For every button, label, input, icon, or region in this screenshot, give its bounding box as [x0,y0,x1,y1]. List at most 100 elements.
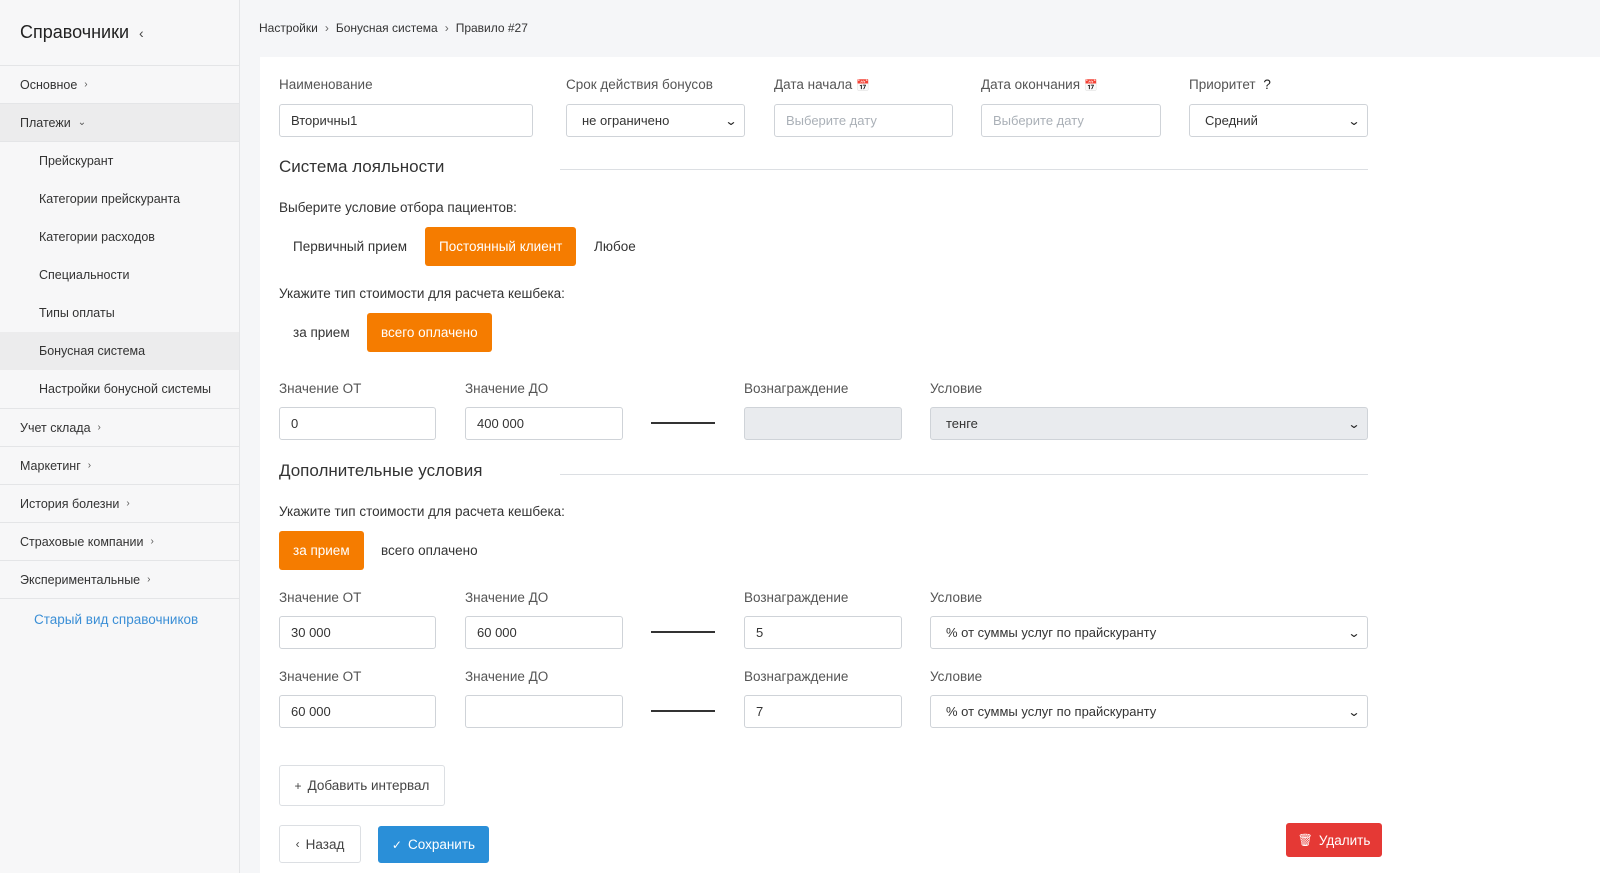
sidebar-subitem-label: Настройки бонусной системы [39,382,212,396]
sidebar-item-label: Страховые компании [20,534,144,549]
sidebar-item-insurance[interactable]: Страховые компании › [0,523,239,561]
check-icon: ✓ [391,837,402,852]
back-button[interactable]: ‹ Назад [279,825,361,863]
patient-option-any[interactable]: Любое [580,227,650,266]
start-date-input[interactable]: Выберите дату [774,104,953,137]
sidebar-subitem-label: Специальности [39,268,130,282]
condition-label: Условие [930,381,983,396]
cost-option-total-paid[interactable]: всего оплачено [367,313,492,352]
reward-input[interactable]: 7 [744,695,902,728]
sidebar-subitem-label: Бонусная система [39,344,146,358]
chevron-down-icon: ⌄ [1347,416,1361,431]
chevron-down-icon: ⌄ [1347,704,1361,719]
priority-label: Приоритет ? [1189,77,1271,92]
condition-label: Условие [930,590,983,605]
section-divider [560,169,1368,170]
save-button[interactable]: ✓ Сохранить [378,826,489,863]
patient-option-primary[interactable]: Первичный прием [279,227,421,266]
range-dash [651,631,715,633]
additional-section-title: Дополнительные условия [279,461,483,480]
from-input[interactable]: 30 000 [279,616,436,649]
save-label: Сохранить [407,837,476,852]
condition-select[interactable]: % от суммы услуг по прайскуранту ⌄ [930,695,1368,728]
to-input[interactable] [465,695,623,728]
section-divider [560,474,1368,475]
sidebar-item-payments[interactable]: Платежи ⌄ [0,104,239,142]
breadcrumb-item-bonus-system[interactable]: Бонусная система [336,21,438,35]
validity-label: Срок действия бонусов [566,77,713,92]
old-view-link[interactable]: Старый вид справочников [0,599,239,639]
chevron-left-icon: ‹ [295,837,300,851]
sidebar-subitem-bonus-system[interactable]: Бонусная система [0,332,239,370]
name-input[interactable]: Вторичны1 [279,104,533,137]
range-dash [651,422,715,424]
reward-label: Вознаграждение [744,590,849,605]
rule-form-card: Наименование Вторичны1 Срок действия бон… [260,57,1600,873]
sidebar-item-label: Основное [20,77,78,92]
end-date-label: Дата окончания 📅 [981,77,1098,92]
condition-value: тенге [946,416,978,431]
sidebar: Справочники ‹ Основное › Платежи ⌄ Прейску… [0,0,240,873]
priority-label-text: Приоритет [1189,77,1256,92]
sidebar-title: Справочники [20,22,130,42]
validity-select[interactable]: не ограничено ⌄ [566,104,745,137]
plus-icon: + [294,778,302,793]
cost-option-per-visit[interactable]: за прием [279,313,364,352]
from-input[interactable]: 60 000 [279,695,436,728]
sidebar-item-main[interactable]: Основное › [0,66,239,104]
condition-select[interactable]: % от суммы услуг по прайскуранту ⌄ [930,616,1368,649]
from-label: Значение ОТ [279,590,362,605]
reward-label: Вознаграждение [744,669,849,684]
breadcrumb-item-settings[interactable]: Настройки [259,21,318,35]
sidebar-subitem-price-categories[interactable]: Категории прейскуранта [0,180,239,218]
chevron-left-icon[interactable]: ‹ [139,25,144,41]
chevron-right-icon: › [87,460,92,471]
delete-label: Удалить [1318,832,1371,848]
condition-select[interactable]: тенге ⌄ [930,407,1368,440]
priority-value: Средний [1205,113,1258,128]
sidebar-item-experimental[interactable]: Экспериментальные › [0,561,239,599]
sidebar-subitem-specialties[interactable]: Специальности [0,256,239,294]
to-label: Значение ДО [465,590,549,605]
to-input[interactable]: 60 000 [465,616,623,649]
chevron-down-icon: ⌄ [77,117,87,128]
sidebar-item-label: Платежи [20,115,71,130]
sidebar-item-medical-history[interactable]: История болезни › [0,485,239,523]
patient-condition-prompt: Выберите условие отбора пациентов: [279,200,517,215]
condition-value: % от суммы услуг по прайскуранту [946,704,1157,719]
sidebar-subitem-payment-types[interactable]: Типы оплаты [0,294,239,332]
sidebar-item-marketing[interactable]: Маркетинг › [0,447,239,485]
sidebar-item-warehouse[interactable]: Учет склада › [0,409,239,447]
reward-input[interactable]: 5 [744,616,902,649]
patient-option-regular[interactable]: Постоянный клиент [425,227,577,266]
sidebar-item-label: Экспериментальные [20,572,141,587]
chevron-right-icon: › [84,79,88,90]
sidebar-subitem-expense-categories[interactable]: Категории расходов [0,218,239,256]
sidebar-header[interactable]: Справочники ‹ [0,0,239,66]
start-date-label-text: Дата начала [774,77,853,92]
reward-input[interactable] [744,407,902,440]
additional-cost-option-per-visit[interactable]: за прием [279,531,364,570]
sidebar-subitem-label: Типы оплаты [39,306,115,320]
sidebar-subitem-bonus-settings[interactable]: Настройки бонусной системы [0,370,239,408]
chevron-right-icon: › [126,498,130,509]
priority-select[interactable]: Средний ⌄ [1189,104,1368,137]
additional-cost-option-total-paid[interactable]: всего оплачено [367,531,492,570]
sidebar-item-label: История болезни [20,496,120,511]
payments-submenu: Прейскурант Категории прейскуранта Катег… [0,142,239,409]
sidebar-subitem-price-list[interactable]: Прейскурант [0,142,239,180]
end-date-input[interactable]: Выберите дату [981,104,1161,137]
delete-button[interactable]: 🗑 Удалить [1286,823,1382,857]
chevron-right-icon: › [444,21,449,35]
from-label: Значение ОТ [279,669,362,684]
add-interval-button[interactable]: + Добавить интервал [279,765,445,806]
sidebar-item-label: Учет склада [20,420,91,435]
chevron-right-icon: › [150,536,154,547]
chevron-down-icon: ⌄ [1347,625,1361,640]
sidebar-item-label: Маркетинг [20,458,81,473]
condition-label: Условие [930,669,983,684]
help-icon[interactable]: ? [1263,77,1271,92]
from-input[interactable]: 0 [279,407,436,440]
start-date-label: Дата начала 📅 [774,77,870,92]
to-input[interactable]: 400 000 [465,407,623,440]
